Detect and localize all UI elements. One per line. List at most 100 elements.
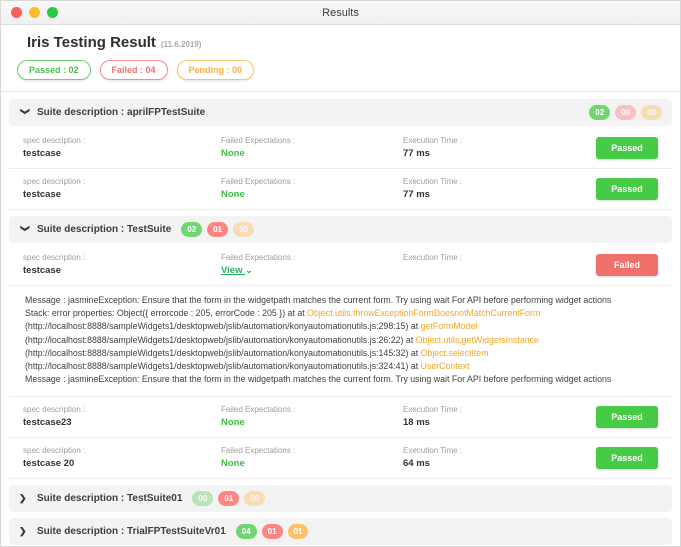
- message-line: Message : jasmineException: Ensure that …: [25, 294, 656, 307]
- window-titlebar: Results: [1, 1, 680, 25]
- spec-row: spec description :testcaseFailed Expecta…: [9, 128, 672, 169]
- failed-count-badge: 01: [207, 222, 228, 237]
- suite-title: Suite description : aprilFPTestSuite: [37, 107, 205, 118]
- field-label: Execution Time :: [403, 136, 596, 145]
- field-label: Execution Time :: [403, 253, 596, 262]
- suite-section: ❯ Suite description : TrialFPTestSuiteVr0…: [9, 518, 672, 545]
- field-label: Execution Time :: [403, 405, 596, 414]
- execution-time-value: 77 ms: [403, 189, 596, 200]
- suite-header[interactable]: ❯Suite description : aprilFPTestSuite020…: [9, 99, 672, 126]
- field-label: spec description :: [23, 446, 221, 455]
- stack-trace-link[interactable]: getFormModel: [421, 321, 478, 331]
- message-text: Stack: error properties: Object({ errorc…: [25, 308, 307, 318]
- suite-title: Suite description : TrialFPTestSuiteVr01: [37, 526, 226, 537]
- window-title: Results: [1, 7, 680, 19]
- message-text: (http://localhost:8888/sampleWidgets1/de…: [25, 321, 421, 331]
- execution-time-value: 77 ms: [403, 148, 596, 159]
- field-label: Failed Expectations :: [221, 446, 403, 455]
- failed-expectations-cell: Failed Expectations :View ⌄: [221, 253, 403, 276]
- message-line: (http://localhost:8888/sampleWidgets1/de…: [25, 347, 656, 360]
- spec-name-cell: spec description : testcase23: [23, 405, 221, 428]
- passed-summary-badge: Passed : 02: [17, 60, 91, 80]
- suite-section: ❯Suite description : aprilFPTestSuite020…: [9, 99, 672, 210]
- stack-trace-link[interactable]: Object.selectItem: [421, 348, 489, 358]
- spec-row: spec description :testcaseFailed Expecta…: [9, 245, 672, 286]
- suite-header[interactable]: ❯Suite description : TestSuite01000100: [9, 485, 672, 512]
- spec-name: testcase: [23, 265, 221, 276]
- message-text: (http://localhost:8888/sampleWidgets1/de…: [25, 335, 416, 345]
- status-passed-button[interactable]: Passed: [596, 137, 658, 159]
- report-date: (11.6.2019): [161, 40, 201, 49]
- status-passed-button[interactable]: Passed: [596, 406, 658, 428]
- field-label: Execution Time :: [403, 177, 596, 186]
- execution-time-value: 18 ms: [403, 417, 596, 428]
- execution-time-cell: Execution Time : 77 ms: [403, 177, 596, 200]
- field-label: Failed Expectations :: [221, 177, 403, 186]
- spec-name: testcase: [23, 189, 221, 200]
- suite-counts: 000100: [192, 491, 265, 506]
- chevron-right-icon: ❯: [19, 526, 31, 537]
- chevron-down-icon: ⌄: [245, 265, 253, 276]
- spec-row: spec description : testcaseFailed Expecta…: [9, 169, 672, 210]
- field-label: spec description :: [23, 405, 221, 414]
- suite-counts: 02 01 00: [181, 222, 254, 237]
- message-line: (http://localhost:8888/sampleWidgets1/de…: [25, 320, 656, 333]
- status-failed-button[interactable]: Failed: [596, 254, 658, 276]
- message-line: (http://localhost:8888/sampleWidgets1/de…: [25, 360, 656, 373]
- spec-name: testcase 20: [23, 458, 221, 469]
- suite-title: Suite description : TestSuite01: [37, 493, 182, 504]
- pending-count-badge: 00: [233, 222, 254, 237]
- suite-list: ❯Suite description : aprilFPTestSuite020…: [1, 92, 680, 547]
- pending-count-badge: 00: [641, 105, 662, 120]
- spec-name-cell: spec description : testcase: [23, 177, 221, 200]
- pending-count-badge: 01: [288, 524, 309, 539]
- suite-body: spec description :testcaseFailed Expecta…: [9, 128, 672, 210]
- failed-count-badge: 01: [262, 524, 283, 539]
- failed-expectations-cell: Failed Expectations :None: [221, 405, 403, 428]
- message-text: Message : jasmineException: Ensure that …: [25, 295, 611, 305]
- stack-trace-link[interactable]: Object.utils.throwExceptionFormDoesnotMa…: [307, 308, 540, 318]
- page-header: Iris Testing Result (11.6.2019) Passed :…: [1, 25, 680, 92]
- message-line: Stack: error properties: Object({ errorc…: [25, 307, 656, 320]
- field-label: Failed Expectations :: [221, 405, 403, 414]
- field-label: Failed Expectations :: [221, 136, 403, 145]
- spec-name-cell: spec description :testcase: [23, 136, 221, 159]
- failed-expectations-value: None: [221, 458, 403, 469]
- field-label: spec description :: [23, 177, 221, 186]
- message-line: Message : jasmineException: Ensure that …: [25, 373, 656, 386]
- suite-header[interactable]: ❯ Suite description : TrialFPTestSuiteVr0…: [9, 518, 672, 545]
- stack-trace-link[interactable]: UserContext: [421, 361, 470, 371]
- spec-name: testcase23: [23, 417, 221, 428]
- execution-time-cell: Execution Time : 64 ms: [403, 446, 596, 469]
- summary-badges: Passed : 02 Failed : 04 Pending : 00: [17, 60, 664, 80]
- message-line: (http://localhost:8888/sampleWidgets1/de…: [25, 334, 656, 347]
- chevron-down-icon: ❯: [19, 225, 30, 237]
- failed-summary-badge: Failed : 04: [100, 60, 168, 80]
- passed-count-badge: 02: [589, 105, 610, 120]
- suite-body: spec description :testcaseFailed Expecta…: [9, 245, 672, 479]
- spec-name-cell: spec description : testcase 20: [23, 446, 221, 469]
- page-title: Iris Testing Result: [27, 34, 156, 51]
- failed-expectations-cell: Failed Expectations : None: [221, 446, 403, 469]
- suite-header[interactable]: ❯Suite description : TestSuite020100: [9, 216, 672, 243]
- error-message-block: Message : jasmineException: Ensure that …: [9, 286, 672, 397]
- spec-row: spec description : testcase 20Failed Expe…: [9, 438, 672, 479]
- passed-count-badge: 02: [181, 222, 202, 237]
- suite-section: ❯Suite description : TestSuite01000100: [9, 485, 672, 512]
- field-label: Execution Time :: [403, 446, 596, 455]
- message-text: Message : jasmineException: Ensure that …: [25, 374, 611, 384]
- execution-time-value: 64 ms: [403, 458, 596, 469]
- suite-counts: 04 01 01: [236, 524, 309, 539]
- message-text: (http://localhost:8888/sampleWidgets1/de…: [25, 348, 421, 358]
- message-text: (http://localhost:8888/sampleWidgets1/de…: [25, 361, 421, 371]
- stack-trace-link[interactable]: Object.utils.getWidgetsInstance: [416, 335, 539, 345]
- passed-count-badge: 04: [236, 524, 257, 539]
- failed-expectations-cell: Failed Expectations :None: [221, 136, 403, 159]
- status-passed-button[interactable]: Passed: [596, 447, 658, 469]
- execution-time-cell: Execution Time : 18 ms: [403, 405, 596, 428]
- failed-expectations-cell: Failed Expectations :None: [221, 177, 403, 200]
- view-expectations-link[interactable]: View ⌄: [221, 265, 403, 276]
- failed-count-badge: 00: [615, 105, 636, 120]
- failed-count-badge: 01: [218, 491, 239, 506]
- status-passed-button[interactable]: Passed: [596, 178, 658, 200]
